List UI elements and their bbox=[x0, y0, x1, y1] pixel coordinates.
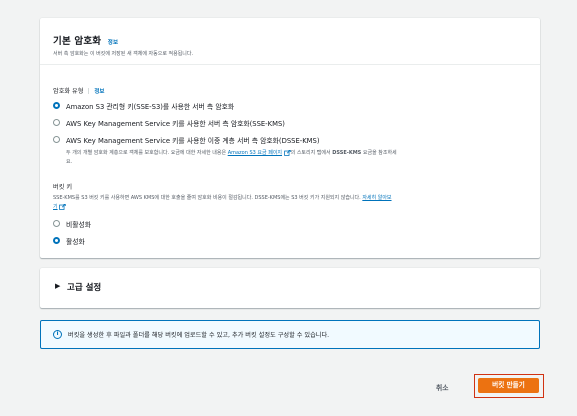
dsse-kms-description-cont: 요. bbox=[66, 159, 73, 165]
external-link-icon bbox=[59, 203, 66, 210]
radio-sse-kms[interactable] bbox=[53, 119, 60, 126]
section-description: 서버 측 암호화는 이 버킷에 저장된 새 객체에 자동으로 적용됩니다. bbox=[53, 51, 194, 57]
radio-bucket-key-enable[interactable] bbox=[53, 237, 60, 244]
info-icon: i bbox=[53, 330, 62, 339]
divider bbox=[40, 64, 540, 65]
info-link[interactable]: 정보 bbox=[108, 40, 119, 46]
external-link-icon bbox=[283, 149, 291, 156]
learn-more-link[interactable]: 자세히 알아보 bbox=[362, 195, 391, 201]
cancel-button[interactable]: 취소 bbox=[436, 382, 449, 392]
option-dsse-kms-label[interactable]: AWS Key Management Service 키를 사용한 이중 계층 … bbox=[66, 135, 319, 145]
bucket-key-enable-label[interactable]: 활성화 bbox=[66, 236, 85, 246]
option-sse-kms-label[interactable]: AWS Key Management Service 키를 사용한 서버 측 암… bbox=[66, 118, 285, 128]
s3-pricing-link[interactable]: Amazon S3 요금 페이지 bbox=[228, 150, 282, 156]
bucket-key-description: SSE-KMS를 S3 버킷 키를 사용하면 AWS KMS에 대한 호출을 줄… bbox=[53, 195, 392, 201]
advanced-settings-title[interactable]: 고급 설정 bbox=[67, 281, 101, 293]
bucket-key-label: 버킷 키 bbox=[53, 184, 73, 191]
dsse-kms-description: 두 개의 개별 암호화 계층으로 객체를 보호합니다. 요금에 대한 자세한 내… bbox=[66, 149, 397, 156]
option-sse-s3-label[interactable]: Amazon S3 관리형 키(SSE-S3)를 사용한 서버 측 암호화 bbox=[66, 101, 234, 111]
radio-dsse-kms[interactable] bbox=[53, 136, 60, 143]
advanced-settings-panel[interactable]: ▶ 고급 설정 bbox=[40, 268, 540, 308]
encryption-type-info-link[interactable]: 정보 bbox=[94, 89, 104, 95]
create-button-highlight: 버킷 만들기 bbox=[474, 374, 544, 398]
radio-bucket-key-disable[interactable] bbox=[53, 220, 60, 227]
encryption-type-label: 암호화 유형 정보 bbox=[53, 88, 105, 95]
bucket-key-disable-label[interactable]: 비활성화 bbox=[66, 219, 91, 229]
default-encryption-panel: 기본 암호화 정보 서버 측 암호화는 이 버킷에 저장된 새 객체에 자동으로… bbox=[40, 18, 540, 258]
radio-sse-s3[interactable] bbox=[53, 102, 60, 109]
create-bucket-button[interactable]: 버킷 만들기 bbox=[478, 378, 539, 393]
alert-text: 버킷을 생성한 후 파일과 폴더를 해당 버킷에 업로드할 수 있고, 추가 버… bbox=[68, 332, 330, 339]
info-alert: i 버킷을 생성한 후 파일과 폴더를 해당 버킷에 업로드할 수 있고, 추가… bbox=[40, 320, 540, 349]
section-title: 기본 암호화 정보 bbox=[53, 36, 119, 47]
bucket-key-description-cont: 기 bbox=[53, 203, 66, 210]
learn-more-link-cont[interactable]: 기 bbox=[53, 204, 58, 210]
caret-right-icon[interactable]: ▶ bbox=[55, 282, 60, 290]
